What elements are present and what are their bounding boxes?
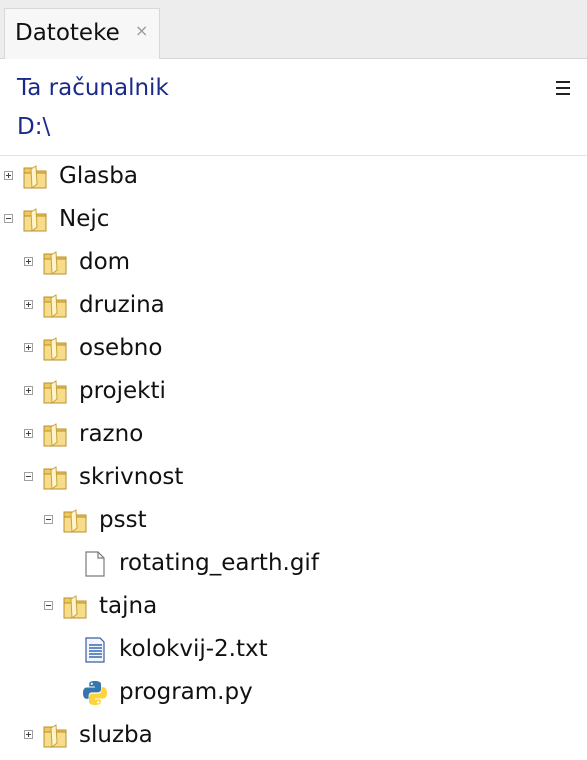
folder-icon [41, 292, 69, 320]
path-label[interactable]: D:\ [17, 114, 50, 140]
folder-icon [41, 335, 69, 363]
tab-bar: Datoteke × [0, 0, 587, 59]
folder-icon [61, 593, 89, 621]
tree-folder-row[interactable]: sluzba [0, 715, 587, 758]
tree-item-label: projekti [79, 378, 166, 404]
expand-toggle-icon[interactable] [24, 343, 33, 352]
file-icon [81, 550, 109, 578]
files-header: Ta računalnik D:\ [0, 59, 587, 156]
collapse-toggle-icon[interactable] [44, 515, 53, 524]
tree-item-label: razno [79, 421, 144, 447]
tree-file-row[interactable]: program.py [0, 672, 587, 715]
tree-item-label: skrivnost [79, 464, 184, 490]
tree-folder-row[interactable]: skrivnost [0, 457, 587, 500]
expand-toggle-icon[interactable] [24, 300, 33, 309]
tree-folder-row[interactable]: tajna [0, 586, 587, 629]
tree-folder-row[interactable]: projekti [0, 371, 587, 414]
text-file-icon [81, 636, 109, 664]
folder-icon [21, 206, 49, 234]
tree-item-label: osebno [79, 335, 163, 361]
close-icon[interactable]: × [135, 21, 148, 40]
expand-toggle-icon[interactable] [24, 730, 33, 739]
tree-item-label: kolokvij-2.txt [119, 636, 268, 662]
tab-label: Datoteke [15, 20, 120, 46]
collapse-toggle-icon[interactable] [44, 601, 53, 610]
tree-item-label: rotating_earth.gif [119, 550, 319, 576]
tree-folder-row[interactable]: Glasba [0, 156, 587, 199]
folder-icon [41, 249, 69, 277]
tree-item-label: Glasba [59, 163, 138, 189]
tree-item-label: druzina [79, 292, 165, 318]
location-label[interactable]: Ta računalnik [17, 75, 169, 101]
folder-icon [41, 421, 69, 449]
expand-toggle-icon[interactable] [24, 429, 33, 438]
expand-toggle-icon[interactable] [24, 386, 33, 395]
tab-datoteke[interactable]: Datoteke × [4, 8, 160, 59]
tree-item-label: Nejc [59, 206, 110, 232]
tree-folder-row[interactable]: dom [0, 242, 587, 285]
collapse-toggle-icon[interactable] [24, 472, 33, 481]
hamburger-menu-icon[interactable] [556, 81, 570, 99]
expand-toggle-icon[interactable] [4, 171, 13, 180]
tree-folder-row[interactable]: osebno [0, 328, 587, 371]
folder-icon [41, 722, 69, 750]
folder-icon [61, 507, 89, 535]
tree-folder-row[interactable]: razno [0, 414, 587, 457]
tree-item-label: sluzba [79, 722, 153, 748]
tree-item-label: program.py [119, 679, 253, 705]
tree-file-row[interactable]: kolokvij-2.txt [0, 629, 587, 672]
folder-icon [21, 163, 49, 191]
collapse-toggle-icon[interactable] [4, 214, 13, 223]
tree-item-label: dom [79, 249, 131, 275]
expand-toggle-icon[interactable] [24, 257, 33, 266]
folder-icon [41, 464, 69, 492]
tree-folder-row[interactable]: Nejc [0, 199, 587, 242]
tree-item-label: tajna [99, 593, 158, 619]
tree-folder-row[interactable]: psst [0, 500, 587, 543]
tree-item-label: psst [99, 507, 147, 533]
python-file-icon [81, 679, 109, 707]
folder-icon [41, 378, 69, 406]
tree-file-row[interactable]: rotating_earth.gif [0, 543, 587, 586]
tree-folder-row[interactable]: druzina [0, 285, 587, 328]
